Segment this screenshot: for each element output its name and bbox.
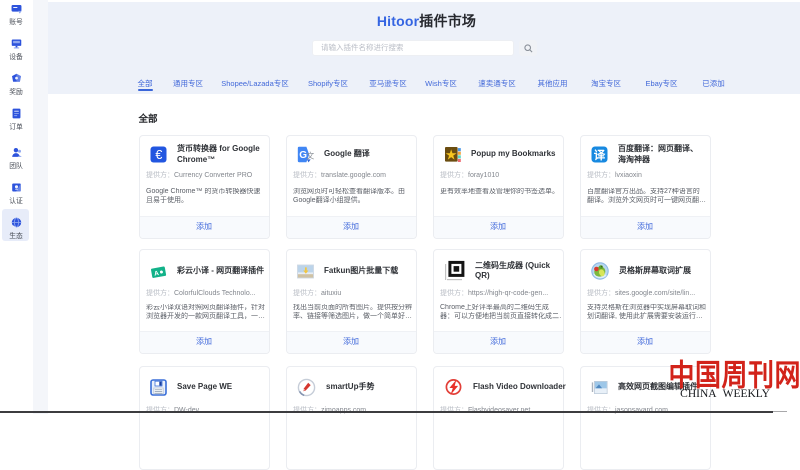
svg-text:€: € [155,148,162,162]
svg-text:★: ★ [445,147,458,163]
svg-text:译: 译 [594,149,606,162]
svg-text:文: 文 [306,151,314,161]
